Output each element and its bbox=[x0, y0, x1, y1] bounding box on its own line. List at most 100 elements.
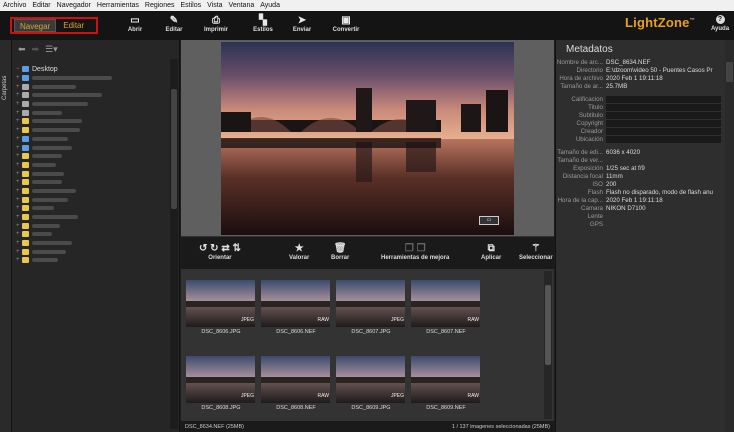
scrollbar-thumb[interactable] bbox=[545, 285, 551, 365]
menu-vista[interactable]: Vista bbox=[204, 2, 225, 9]
tree-item[interactable]: + bbox=[12, 135, 170, 144]
tree-item[interactable]: + bbox=[12, 152, 170, 161]
edit-label: Editar bbox=[165, 27, 183, 33]
folder-icon bbox=[22, 214, 29, 221]
paste-tools-icon[interactable]: ❐ bbox=[417, 243, 426, 254]
open-label: Abrir bbox=[127, 27, 143, 33]
tree-item[interactable]: + bbox=[12, 239, 170, 248]
open-button[interactable]: ▭ Abrir bbox=[115, 14, 155, 33]
info-tab[interactable] bbox=[726, 62, 733, 82]
folder-icon bbox=[22, 161, 29, 168]
menu-regiones[interactable]: Regiones bbox=[142, 2, 178, 9]
send-button[interactable]: ➤ Enviar bbox=[282, 14, 322, 33]
tree-item[interactable]: + bbox=[12, 256, 170, 265]
metadata-row: Camara NIKON D7100 bbox=[556, 204, 725, 212]
copy-tools-icon[interactable]: ❐ bbox=[405, 243, 414, 254]
tree-item[interactable]: + bbox=[12, 161, 170, 170]
thumbnail[interactable]: JPEG DSC_8609.JPG bbox=[335, 347, 407, 411]
mode-browse-button[interactable]: Navegar bbox=[14, 19, 57, 32]
mode-edit-button[interactable]: Editar bbox=[58, 19, 89, 32]
brand-name: LightZone bbox=[625, 15, 690, 30]
edit-button[interactable]: ✎ Editar bbox=[154, 14, 194, 33]
menu-editar[interactable]: Editar bbox=[29, 2, 53, 9]
metadata-field-rating[interactable] bbox=[606, 95, 721, 103]
thumbnail[interactable]: JPEG DSC_8606.JPG bbox=[185, 271, 257, 335]
menu-herramientas[interactable]: Herramientas bbox=[94, 2, 142, 9]
metadata-field-creator[interactable] bbox=[606, 127, 721, 135]
thumbnail[interactable]: JPEG DSC_8608.JPG bbox=[185, 347, 257, 411]
metadata-row: Tamaño de ar... 25.7MB bbox=[556, 82, 725, 90]
rotate-left-icon[interactable]: ↺ bbox=[199, 243, 207, 254]
tree-item[interactable]: + bbox=[12, 91, 170, 100]
rotate-right-icon[interactable]: ↻ bbox=[210, 243, 218, 254]
thumbnail[interactable]: RAW DSC_8607.NEF bbox=[410, 271, 482, 335]
flip-v-icon[interactable]: ⇅ bbox=[233, 243, 241, 254]
preview-photo[interactable]: ▭ bbox=[221, 42, 514, 235]
thumbnail-scrollbar[interactable] bbox=[544, 271, 552, 419]
tree-item[interactable]: + bbox=[12, 108, 170, 117]
tree-item[interactable]: + bbox=[12, 82, 170, 91]
metadata-field-title[interactable] bbox=[606, 103, 721, 111]
thumbnail[interactable]: JPEG DSC_8607.JPG bbox=[335, 271, 407, 335]
tree-item[interactable]: + bbox=[12, 187, 170, 196]
convert-button[interactable]: ▣ Convertir bbox=[326, 14, 366, 33]
tree-item[interactable]: + bbox=[12, 169, 170, 178]
thumbnail[interactable]: RAW DSC_8606.NEF bbox=[260, 271, 332, 335]
thumbnail[interactable]: RAW DSC_8608.NEF bbox=[260, 347, 332, 411]
metadata-row: Ubicación bbox=[556, 135, 725, 143]
delete-button[interactable]: 🗑 Borrar bbox=[331, 242, 349, 261]
rate-label: Valorar bbox=[289, 255, 310, 261]
tree-item-label bbox=[32, 119, 82, 124]
folder-icon bbox=[22, 83, 29, 90]
metadata-value: Flash no disparado, modo de flash anu bbox=[606, 188, 713, 196]
select-button[interactable]: ⚚ Seleccionar bbox=[519, 242, 553, 261]
tree-item[interactable]: + bbox=[12, 213, 170, 222]
folder-scrollbar[interactable] bbox=[170, 59, 178, 429]
action-bar: ↺ ↻ ⇄ ⇅ Orientar ★ Valorar 🗑 Borrar ❐ ❐ … bbox=[181, 236, 554, 269]
folders-tab[interactable]: Carpetas bbox=[2, 76, 8, 100]
tree-item-desktop[interactable]: − Desktop bbox=[12, 65, 170, 74]
tree-item[interactable]: + bbox=[12, 204, 170, 213]
menu-ventana[interactable]: Ventana bbox=[226, 2, 258, 9]
thumbnail-type: RAW bbox=[467, 317, 479, 323]
tree-item[interactable]: + bbox=[12, 126, 170, 135]
metadata-field-copyright[interactable] bbox=[606, 119, 721, 127]
tree-item[interactable]: + bbox=[12, 221, 170, 230]
back-arrow-icon[interactable]: ⬅ bbox=[18, 44, 26, 55]
metadata-key: Flash bbox=[587, 188, 603, 196]
tree-item[interactable]: + bbox=[12, 100, 170, 109]
styles-button[interactable]: ▚ Estilos bbox=[243, 14, 283, 33]
metadata-row: Copyright bbox=[556, 119, 725, 127]
metadata-key: Creador bbox=[580, 127, 603, 135]
folder-menu-icon[interactable]: ☰▾ bbox=[45, 44, 58, 55]
scrollbar-thumb[interactable] bbox=[171, 89, 177, 209]
print-button[interactable]: ⎙ Imprimir bbox=[196, 14, 236, 33]
metadata-value: 11mm bbox=[606, 172, 623, 180]
flip-h-icon[interactable]: ⇄ bbox=[221, 243, 229, 254]
thumbnail-type: JPEG bbox=[390, 393, 404, 399]
rate-button[interactable]: ★ Valorar bbox=[289, 242, 309, 261]
tree-item[interactable]: + bbox=[12, 230, 170, 239]
thumbnail[interactable]: RAW DSC_8609.NEF bbox=[410, 347, 482, 411]
tree-item[interactable]: + bbox=[12, 143, 170, 152]
tree-item[interactable]: + bbox=[12, 74, 170, 83]
metadata-field-location[interactable] bbox=[606, 135, 721, 143]
menu-estilos[interactable]: Estilos bbox=[177, 2, 204, 9]
tree-item[interactable]: + bbox=[12, 117, 170, 126]
tree-item[interactable]: + bbox=[12, 178, 170, 187]
thumbnail-type: JPEG bbox=[390, 317, 404, 323]
help-button[interactable]: ? Ayuda bbox=[708, 14, 732, 32]
left-tab-strip: Carpetas bbox=[0, 40, 12, 432]
metadata-field-subtitle[interactable] bbox=[606, 111, 721, 119]
menu-archivo[interactable]: Archivo bbox=[0, 2, 29, 9]
folder-icon bbox=[22, 248, 29, 255]
apply-icon: ⧉ bbox=[487, 243, 495, 254]
menu-navegador[interactable]: Navegador bbox=[54, 2, 94, 9]
tree-item[interactable]: + bbox=[12, 195, 170, 204]
menu-bar: Archivo Editar Navegador Herramientas Re… bbox=[0, 0, 734, 11]
forward-arrow-icon[interactable]: ➡ bbox=[32, 44, 40, 55]
tree-item[interactable]: + bbox=[12, 247, 170, 256]
send-label: Enviar bbox=[292, 27, 312, 33]
apply-button[interactable]: ⧉ Aplicar bbox=[481, 242, 501, 261]
menu-ayuda[interactable]: Ayuda bbox=[257, 2, 283, 9]
